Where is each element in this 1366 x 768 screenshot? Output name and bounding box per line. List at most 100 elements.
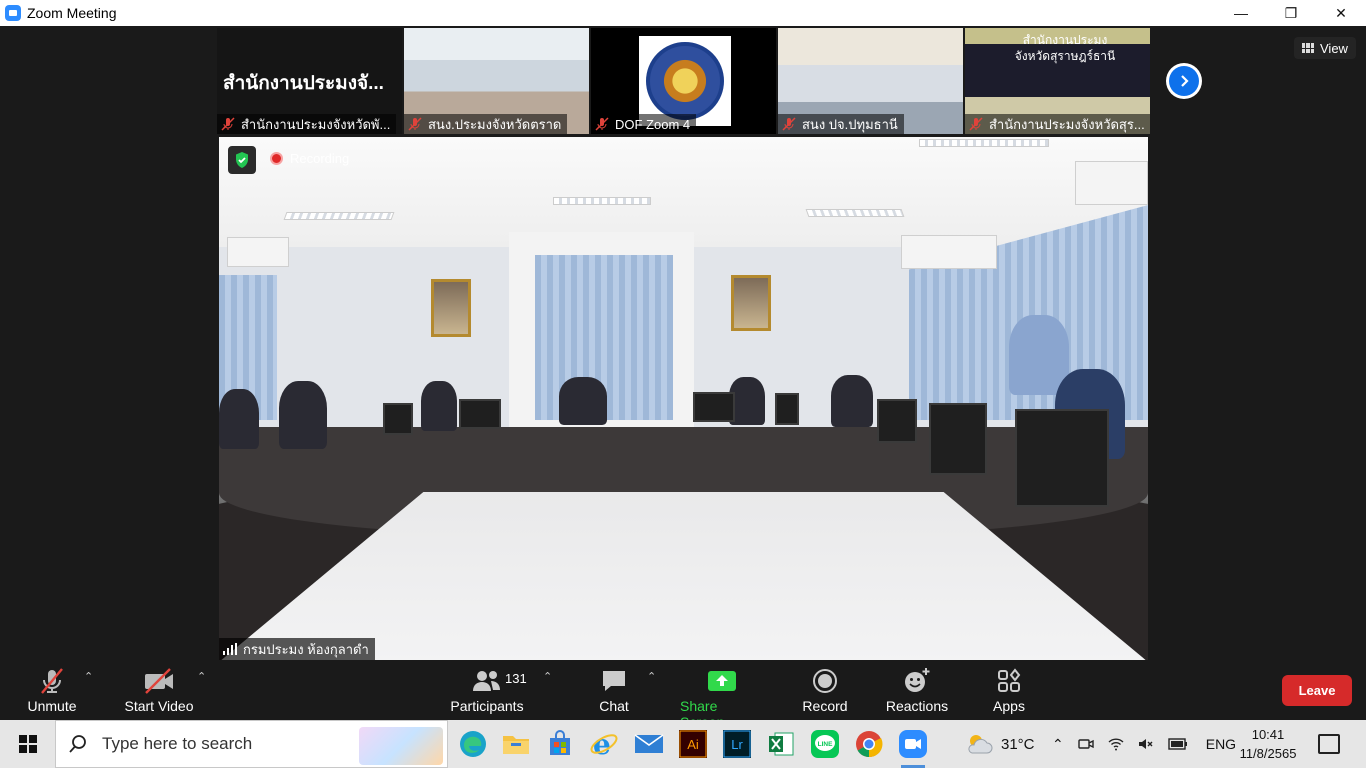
chat-chevron-up-icon[interactable]: ⌃ (647, 670, 656, 683)
reactions-button[interactable]: Reactions (883, 664, 951, 714)
file-explorer-icon[interactable] (498, 726, 534, 762)
department-of-fisheries-logo (639, 36, 731, 126)
next-page-button[interactable] (1166, 63, 1202, 99)
svg-text:Ai: Ai (687, 737, 699, 752)
taskbar-search-box[interactable]: Type here to search (55, 720, 448, 768)
leave-button[interactable]: Leave (1282, 675, 1352, 706)
view-label: View (1320, 40, 1348, 56)
meeting-toolbar: Unmute ⌃ Start Video ⌃ Participants 131 … (0, 660, 1366, 730)
view-button[interactable]: View (1294, 37, 1356, 59)
search-placeholder: Type here to search (102, 734, 253, 753)
participant-name-bar: สำนักงานประมงจังหวัดสุร... (965, 114, 1150, 134)
chat-icon (603, 671, 625, 691)
participants-chevron-up-icon[interactable]: ⌃ (543, 670, 552, 683)
video-off-icon (145, 668, 173, 694)
record-button[interactable]: Record (800, 664, 850, 714)
partly-cloudy-icon (968, 735, 993, 754)
battery-icon[interactable] (1168, 738, 1188, 750)
window-controls: — ❐ ✕ (1216, 0, 1366, 26)
start-video-label: Start Video (124, 698, 194, 714)
tile-display-text: สำนักงานประมงจั... (223, 73, 384, 94)
line-icon[interactable]: LINE (807, 726, 843, 762)
taskbar-clock[interactable]: 10:41 11/8/2565 (1226, 725, 1310, 763)
apps-icon (998, 668, 1021, 692)
edge-icon[interactable] (455, 726, 491, 762)
start-button[interactable] (0, 720, 55, 768)
mic-muted-icon (221, 117, 235, 131)
unmute-label: Unmute (27, 698, 77, 714)
apps-label: Apps (993, 698, 1025, 714)
participant-name: สำนักงานประมงจังหวัดพั... (241, 116, 391, 132)
participant-tile[interactable]: สำนักงานประมง จังหวัดสุราษฎร์ธานี สำนักง… (965, 28, 1150, 134)
excel-icon[interactable] (763, 726, 799, 762)
speaker-name: กรมประมง ห้องกุลาดำ (243, 641, 369, 657)
reactions-smiley-icon (905, 668, 930, 692)
store-icon[interactable] (542, 726, 578, 762)
windows-logo-icon (18, 735, 37, 753)
show-hidden-icons-chevron-up-icon[interactable]: ⌃ (1052, 736, 1064, 753)
zoom-app-icon (5, 5, 21, 21)
participant-name-bar: สนง ปจ.ปทุมธานี (778, 114, 904, 134)
illustrator-icon[interactable]: Ai (675, 726, 711, 762)
close-button[interactable]: ✕ (1316, 0, 1366, 26)
participant-tile[interactable]: สำนักงานประมงจั... สำนักงานประมงจังหวัดพ… (217, 28, 402, 134)
grid-view-icon (1302, 43, 1314, 53)
start-video-button[interactable]: Start Video (120, 664, 198, 714)
search-highlight-art (359, 727, 443, 765)
recording-dot-icon (270, 152, 283, 165)
windows-taskbar: Type here to search e Ai Lr LINE 31°C ⌃ … (0, 720, 1366, 768)
video-options-chevron-up-icon[interactable]: ⌃ (197, 670, 206, 683)
minimize-button[interactable]: — (1216, 0, 1266, 26)
security-shield-icon[interactable] (228, 146, 256, 174)
mic-muted-icon (782, 117, 796, 131)
chrome-icon[interactable] (851, 726, 887, 762)
share-screen-icon (708, 671, 736, 691)
speaker-muted-icon[interactable] (1138, 737, 1154, 751)
participant-name: สำนักงานประมงจังหวัดสุร... (989, 116, 1145, 132)
office-sign: สำนักงานประมง จังหวัดสุราษฎร์ธานี (1014, 33, 1116, 63)
clock-date: 11/8/2565 (1239, 746, 1297, 761)
participant-name-bar: DOF Zoom 4 (591, 114, 697, 134)
window-title: Zoom Meeting (27, 5, 117, 21)
svg-text:Lr: Lr (731, 737, 743, 752)
search-icon (69, 735, 86, 753)
participant-name-bar: สนง.ประมงจังหวัดตราด (404, 114, 568, 134)
participant-name: สนง ปจ.ปทุมธานี (802, 116, 898, 132)
chevron-right-icon (1181, 75, 1189, 87)
audio-options-chevron-up-icon[interactable]: ⌃ (84, 670, 93, 683)
restore-button[interactable]: ❐ (1266, 0, 1316, 26)
lightroom-icon[interactable]: Lr (719, 726, 755, 762)
participants-icon (473, 671, 500, 691)
mic-muted-icon (595, 117, 609, 131)
active-speaker-video[interactable]: Recording กรมประมง ห้องกุลาดำ (219, 137, 1148, 660)
chat-button[interactable]: Chat (592, 664, 636, 714)
participant-name: DOF Zoom 4 (615, 116, 691, 132)
chat-label: Chat (599, 698, 629, 714)
title-bar: Zoom Meeting — ❐ ✕ (0, 0, 1366, 26)
reactions-label: Reactions (885, 698, 949, 714)
participants-label: Participants (450, 698, 524, 714)
participant-count: 131 (505, 671, 527, 686)
recording-label: Recording (290, 151, 350, 166)
weather-widget[interactable]: 31°C (965, 720, 1035, 768)
record-label: Record (802, 698, 848, 714)
unmute-button[interactable]: Unmute (20, 664, 84, 714)
system-tray: ⌃ ENG (1052, 720, 1236, 768)
clock-time: 10:41 (1251, 727, 1285, 742)
participant-tile[interactable]: สนง ปจ.ปทุมธานี (778, 28, 963, 134)
participant-tile[interactable]: DOF Zoom 4 (591, 28, 776, 134)
notification-center-icon[interactable] (1318, 734, 1340, 754)
wifi-icon[interactable] (1108, 737, 1124, 751)
mic-muted-icon (41, 668, 63, 694)
participant-name: สนง.ประมงจังหวัดตราด (428, 116, 562, 132)
apps-button[interactable]: Apps (988, 664, 1030, 714)
gallery-strip: สำนักงานประมงจั... สำนักงานประมงจังหวัดพ… (217, 28, 1150, 134)
mail-icon[interactable] (631, 726, 667, 762)
internet-explorer-icon[interactable]: e (586, 726, 622, 762)
participant-tile[interactable]: สนง.ประมงจังหวัดตราด (404, 28, 589, 134)
signal-strength-icon (223, 643, 237, 655)
meet-now-icon[interactable] (1078, 737, 1094, 751)
zoom-icon[interactable] (895, 726, 931, 768)
record-icon (813, 669, 837, 693)
svg-text:LINE: LINE (818, 741, 833, 748)
